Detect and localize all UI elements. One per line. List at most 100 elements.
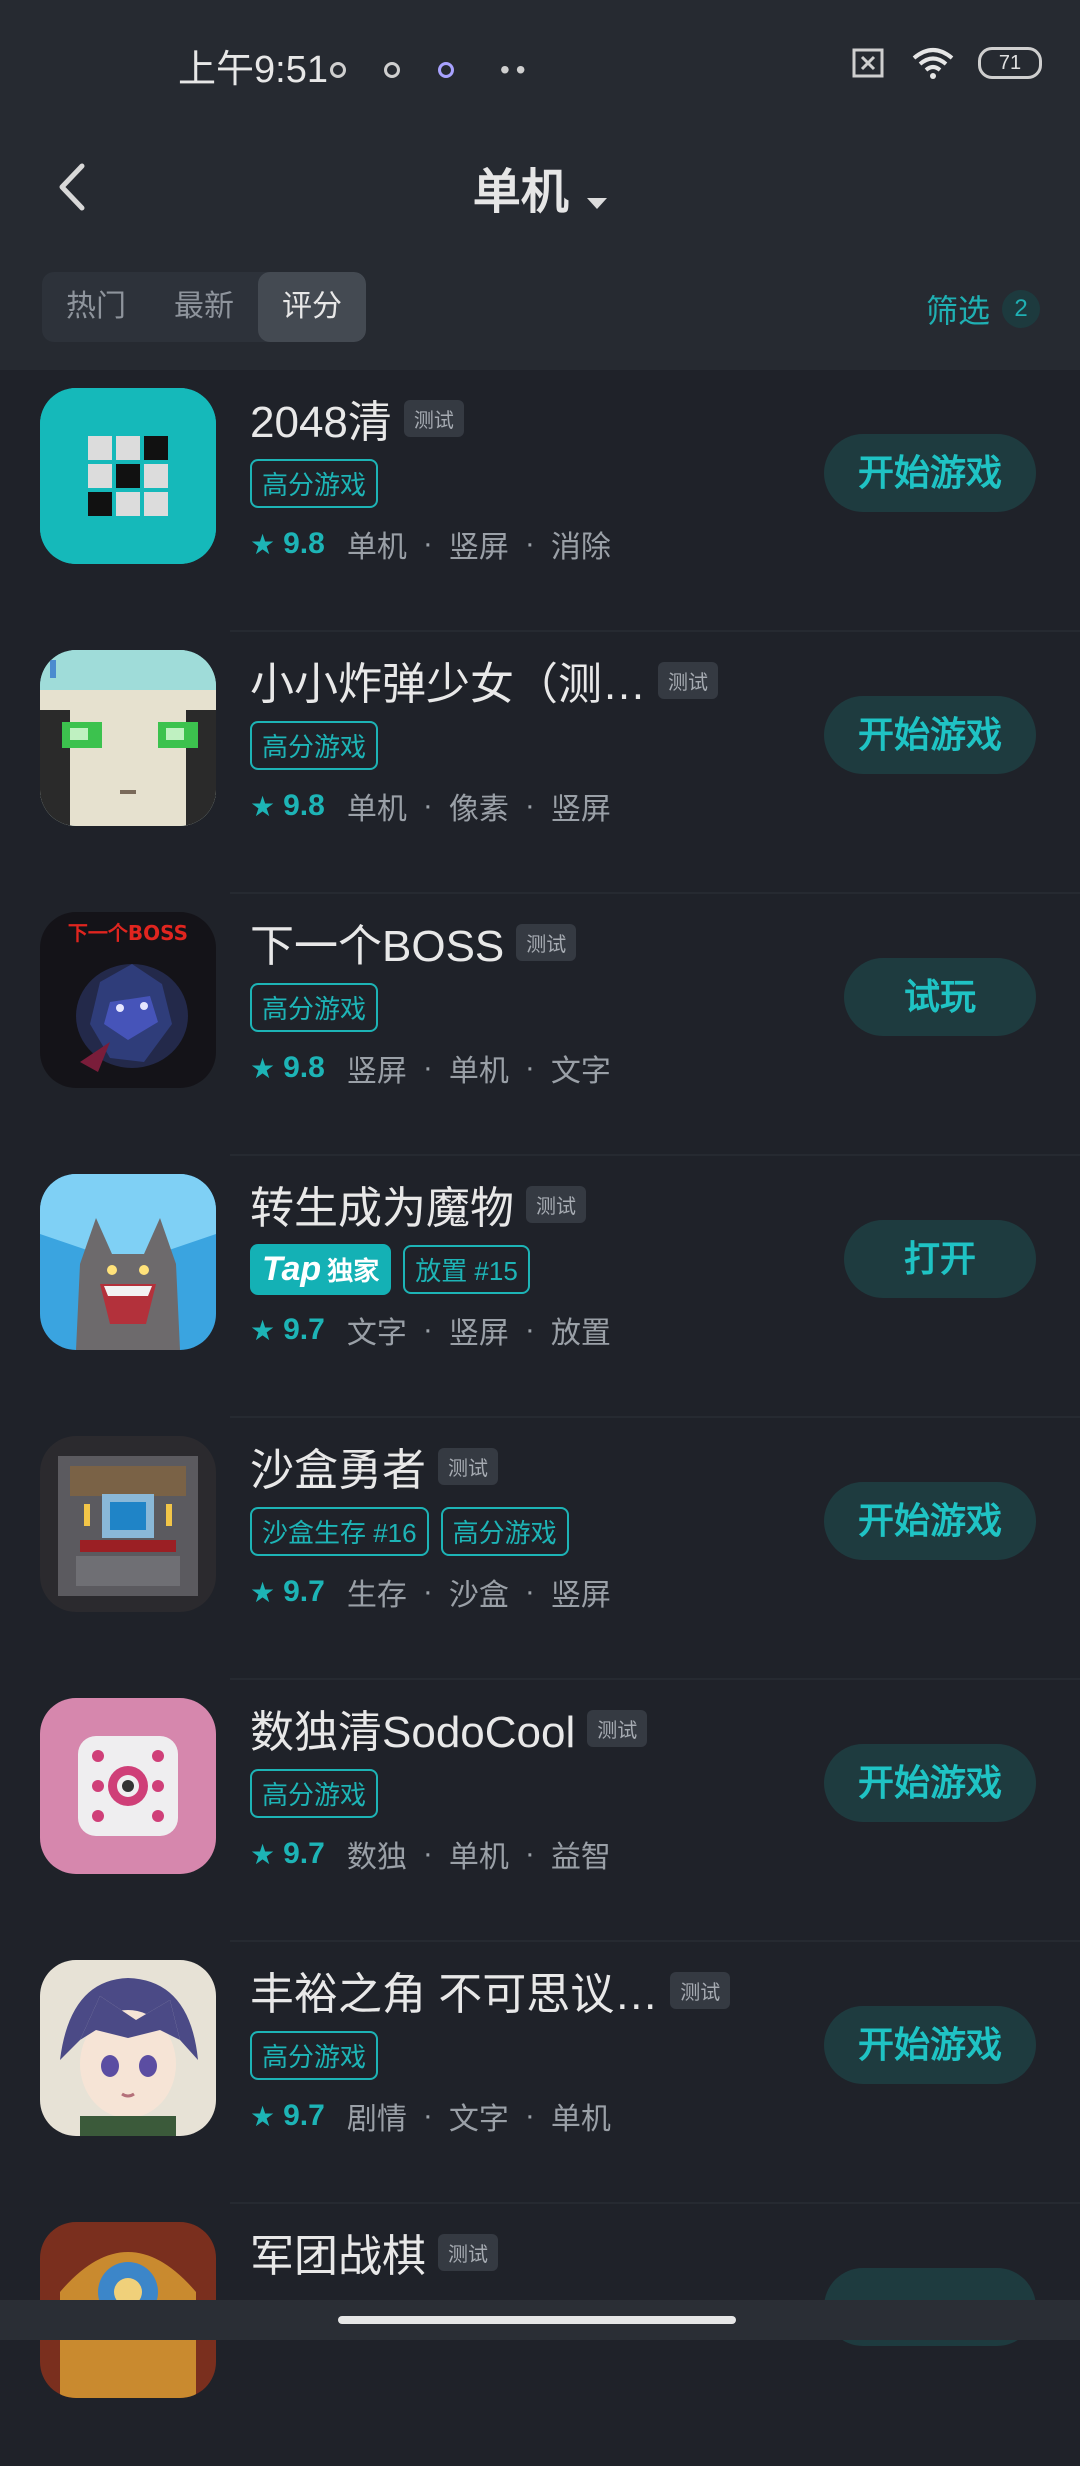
- filter-count-badge: 2: [1002, 290, 1040, 328]
- game-name: 转生成为魔物: [250, 1184, 514, 1233]
- genre-label: 沙盒: [448, 1579, 509, 1612]
- start-game-button[interactable]: 开始游戏: [824, 2006, 1036, 2084]
- start-game-button[interactable]: 开始游戏: [824, 696, 1036, 774]
- game-rating: 9.7: [283, 2099, 325, 2132]
- star-icon: ★: [250, 1052, 276, 1084]
- game-meta: ★ 9.7 剧情 · 文字 · 单机: [250, 2094, 780, 2138]
- game-meta: ★ 9.8 竖屏 · 单机 · 文字: [250, 1046, 780, 1090]
- genre-label: 剧情: [346, 2103, 407, 2136]
- game-row[interactable]: 丰裕之角 不可思议… 测试 高分游戏 ★ 9.7 剧情 · 文字 · 单机 开始游戏: [0, 1942, 1080, 2204]
- sort-tabs: 热门 最新 评分: [42, 272, 366, 342]
- game-name: 沙盒勇者: [250, 1446, 426, 1495]
- battery-icon: 71: [978, 47, 1042, 79]
- game-tag[interactable]: 高分游戏: [440, 1506, 569, 1556]
- game-meta: ★ 9.7 文字 · 竖屏 · 放置: [250, 1308, 780, 1352]
- game-name: 数独清SodoCool: [250, 1708, 576, 1757]
- game-tag[interactable]: 高分游戏: [250, 458, 379, 508]
- genre-label: 数独: [346, 1841, 407, 1874]
- star-icon: ★: [250, 528, 276, 560]
- game-tag[interactable]: 高分游戏: [250, 982, 379, 1032]
- game-row[interactable]: 沙盒勇者 测试 沙盒生存 #16 高分游戏 ★ 9.7 生存 · 沙盒 · 竖屏 开…: [0, 1418, 1080, 1680]
- game-meta: ★ 9.8 单机 · 竖屏 · 消除: [250, 522, 780, 566]
- genre-label: 竖屏: [550, 793, 611, 826]
- star-icon: ★: [250, 1314, 276, 1346]
- home-indicator[interactable]: [338, 2316, 736, 2324]
- game-row[interactable]: 转生成为魔物 测试 Tap 独家 放置 #15 ★ 9.7 文字 · 竖屏 · 放置 …: [0, 1156, 1080, 1418]
- game-row[interactable]: 数独清SodoCool 测试 高分游戏 ★ 9.7 数独 · 单机 · 益智 开始游…: [0, 1680, 1080, 1942]
- game-rating: 9.7: [283, 1575, 325, 1608]
- game-tag[interactable]: 放置 #15: [403, 1244, 530, 1294]
- genre-label: 竖屏: [346, 1055, 407, 1088]
- game-tag[interactable]: 高分游戏: [250, 720, 379, 770]
- test-badge: 测试: [438, 1447, 498, 1485]
- test-badge: 测试: [403, 399, 464, 437]
- notification-icons: ••: [330, 54, 532, 86]
- genre-label: 竖屏: [448, 1317, 509, 1350]
- genre-label: 像素: [448, 793, 509, 826]
- genre-label: 益智: [550, 1841, 611, 1874]
- chevron-down-icon: [587, 198, 608, 210]
- test-badge: 测试: [587, 1709, 648, 1747]
- genre-label: 文字: [550, 1055, 611, 1088]
- anime-boy-icon: [40, 1960, 216, 2136]
- genre-label: 单机: [448, 1055, 509, 1088]
- game-tag[interactable]: 沙盒生存 #16: [250, 1506, 429, 1556]
- pixel-shrine-icon: [40, 1436, 216, 1612]
- tab-newest[interactable]: 最新: [150, 272, 258, 342]
- star-icon: ★: [250, 790, 276, 822]
- filter-button[interactable]: 筛选 2: [926, 286, 1040, 332]
- title-dropdown[interactable]: 单机: [0, 152, 1080, 222]
- genre-label: 文字: [346, 1317, 407, 1350]
- navigation-gesture-area: [0, 2300, 1080, 2340]
- start-game-button[interactable]: 开始游戏: [824, 1482, 1036, 1560]
- genre-label: 生存: [346, 1579, 407, 1612]
- start-game-button[interactable]: 开始游戏: [824, 1744, 1036, 1822]
- page-title: 单机: [472, 166, 569, 219]
- sim-error-icon: [852, 48, 884, 78]
- genre-label: 单机: [550, 2103, 611, 2136]
- notification-dot-icon: [330, 62, 346, 78]
- wifi-icon: [912, 48, 954, 79]
- icon-logo-text: 下一个BOSS: [68, 921, 188, 945]
- game-name: 下一个BOSS: [250, 922, 505, 971]
- game-row[interactable]: 小小炸弹少女（测… 测试 高分游戏 ★ 9.8 单机 · 像素 · 竖屏 开始游戏: [0, 632, 1080, 894]
- game-rating: 9.7: [283, 1313, 325, 1346]
- tab-rating[interactable]: 评分: [258, 272, 366, 342]
- game-meta: ★ 9.7 生存 · 沙盒 · 竖屏: [250, 1570, 780, 1614]
- tag-label: 独家: [327, 1255, 380, 1286]
- game-tag[interactable]: 高分游戏: [250, 1768, 379, 1818]
- star-icon: ★: [250, 1838, 276, 1870]
- game-meta: ★ 9.7 数独 · 单机 · 益智: [250, 1832, 780, 1876]
- status-time: 上午9:51: [178, 49, 328, 91]
- sudoku-dice-icon: [40, 1698, 216, 1874]
- app-header: 单机 热门 最新 评分 筛选 2: [0, 120, 1080, 370]
- tap-exclusive-tag[interactable]: Tap 独家: [250, 1243, 392, 1295]
- genre-label: 文字: [448, 2103, 509, 2136]
- game-rating: 9.8: [283, 527, 325, 560]
- game-tag[interactable]: 高分游戏: [250, 2030, 379, 2080]
- more-notifications-icon: ••: [500, 54, 532, 85]
- genre-label: 单机: [346, 531, 407, 564]
- open-button[interactable]: 打开: [844, 1220, 1036, 1298]
- game-rating: 9.8: [283, 1051, 325, 1084]
- genre-label: 单机: [448, 1841, 509, 1874]
- notification-dot-icon: [384, 62, 400, 78]
- try-play-button[interactable]: 试玩: [844, 958, 1036, 1036]
- tab-hot[interactable]: 热门: [42, 272, 150, 342]
- star-icon: ★: [250, 2100, 276, 2132]
- game-row[interactable]: 2048清 测试 高分游戏 ★ 9.8 单机 · 竖屏 · 消除 开始游戏: [0, 370, 1080, 632]
- start-game-button[interactable]: 开始游戏: [824, 434, 1036, 512]
- boss-dragon-icon: 下一个BOSS: [40, 912, 216, 1088]
- game-rating: 9.8: [283, 789, 325, 822]
- game-name: 军团战棋: [250, 2232, 426, 2281]
- game-meta: ★ 9.8 单机 · 像素 · 竖屏: [250, 784, 780, 828]
- game-name: 小小炸弹少女（测…: [250, 660, 646, 709]
- genre-label: 竖屏: [448, 531, 509, 564]
- game-name: 2048清: [250, 398, 392, 447]
- genre-label: 竖屏: [550, 1579, 611, 1612]
- werewolf-icon: [40, 1174, 216, 1350]
- notification-app-icon: [438, 62, 454, 78]
- game-row[interactable]: 下一个BOSS 下一个BOSS 测试 高分游戏 ★ 9.8 竖屏· 单机·: [0, 894, 1080, 1156]
- test-badge: 测试: [516, 923, 577, 961]
- star-icon: ★: [250, 1576, 276, 1608]
